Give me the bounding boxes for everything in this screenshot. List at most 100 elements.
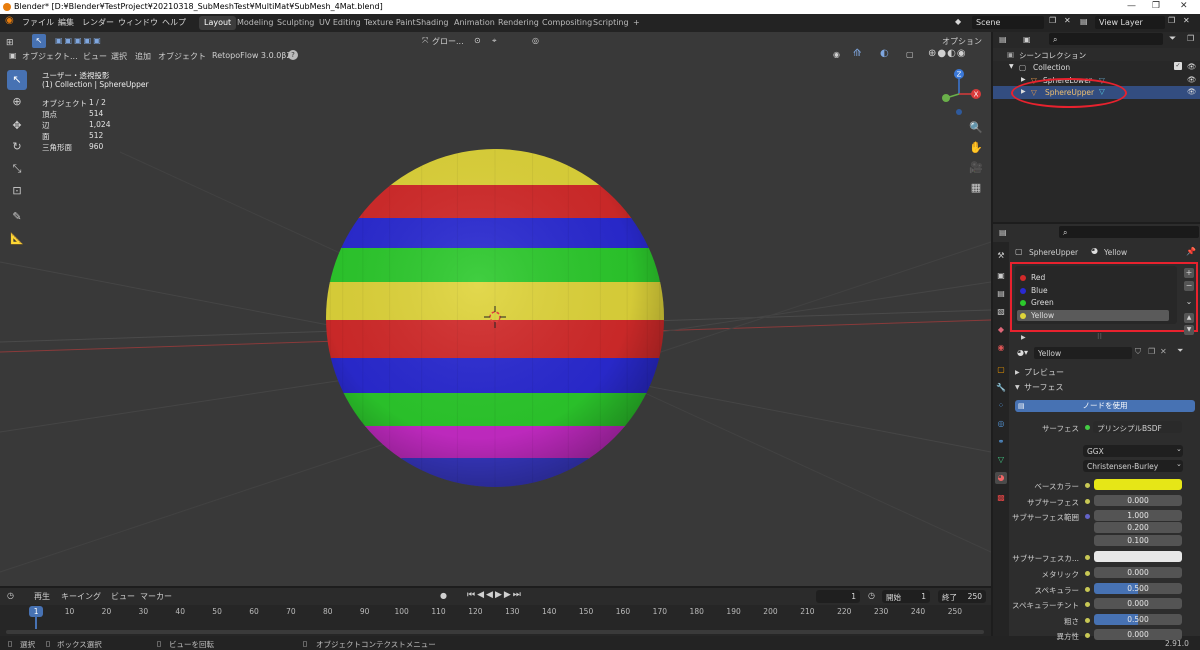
new-scene-icon[interactable]: ❐ bbox=[1049, 16, 1056, 25]
unlink-material-icon[interactable]: ✕ bbox=[1160, 347, 1167, 356]
options-dropdown[interactable]: オプション bbox=[942, 36, 982, 47]
gizmo-icon[interactable]: ⟰ bbox=[853, 48, 861, 59]
tab-object-icon[interactable]: ▢ bbox=[995, 364, 1007, 376]
material-browse-icon[interactable]: ◕▾ bbox=[1017, 348, 1028, 357]
blender-menu-icon[interactable]: ◉ bbox=[5, 15, 14, 26]
collection-visibility-icon[interactable]: 👁 bbox=[1187, 62, 1197, 71]
tab-uv-editing[interactable]: UV Editing bbox=[314, 16, 366, 30]
perspective-toggle-icon[interactable]: ▦ bbox=[968, 180, 984, 196]
select-tool-icon[interactable]: ↖ bbox=[32, 34, 46, 48]
slot-expand-icon[interactable]: ▶ bbox=[1021, 334, 1026, 341]
preview-panel-header[interactable]: プレビュー bbox=[1024, 367, 1064, 378]
help-icon[interactable]: ? bbox=[288, 50, 298, 60]
bsdf-field-value[interactable]: 0.500 bbox=[1094, 614, 1182, 625]
bsdf-field-value[interactable] bbox=[1094, 551, 1182, 562]
select-mode-icons[interactable]: ▣▣▣▣▣ bbox=[55, 36, 103, 45]
spherelower-expand-icon[interactable]: ▶ bbox=[1021, 76, 1026, 83]
tab-world-icon[interactable]: ◉ bbox=[995, 342, 1007, 354]
surface-panel-arrow-icon[interactable]: ▼ bbox=[1015, 384, 1020, 391]
menu-help[interactable]: ヘルプ bbox=[162, 17, 186, 28]
duplicate-material-icon[interactable]: ❐ bbox=[1148, 347, 1155, 356]
material-link-dropdown[interactable]: ⏷ bbox=[1177, 346, 1183, 356]
outliner-row-collection[interactable]: ▼ ▢ Collection ✓ 👁 bbox=[993, 61, 1200, 74]
view-layer-field[interactable]: View Layer bbox=[1095, 16, 1165, 29]
add-workspace-icon[interactable]: + bbox=[628, 16, 645, 30]
tab-view-layer-icon[interactable]: ▧ bbox=[995, 306, 1007, 318]
use-nodes-button[interactable]: ノードを使用 bbox=[1015, 400, 1195, 412]
bsdf-field-value[interactable]: 0.000 bbox=[1094, 629, 1182, 640]
surface-panel-header[interactable]: サーフェス bbox=[1024, 382, 1064, 393]
menu-object[interactable]: オブジェクト bbox=[158, 51, 206, 62]
tab-constraints-icon[interactable]: ⚭ bbox=[995, 436, 1007, 448]
tab-scene-icon[interactable]: ◆ bbox=[995, 324, 1007, 336]
proportional-edit-icon[interactable]: ◎ bbox=[532, 36, 539, 45]
bsdf-field-value[interactable]: 0.100 bbox=[1094, 535, 1182, 546]
outliner-search-input[interactable]: ⌕ bbox=[1049, 33, 1163, 45]
xray-icon[interactable]: ▢ bbox=[906, 50, 914, 59]
maximize-button[interactable]: ❐ bbox=[1152, 1, 1160, 11]
tab-render-icon[interactable]: ▣ bbox=[995, 270, 1007, 282]
tab-shading[interactable]: Shading bbox=[411, 16, 454, 30]
menu-window[interactable]: ウィンドウ bbox=[118, 17, 158, 28]
measure-tool-icon[interactable]: 📐 bbox=[7, 229, 27, 249]
properties-search-input[interactable]: ⌕ bbox=[1059, 226, 1199, 238]
3d-viewport[interactable]: ⊞ ↖ ▣▣▣▣▣ ▣ オブジェクト... ビュー 選択 追加 オブジェクト R… bbox=[0, 32, 991, 586]
new-collection-icon[interactable]: ❐ bbox=[1187, 34, 1194, 43]
retopoflow-button[interactable]: RetopoFlow 3.0.0β2 bbox=[212, 51, 291, 60]
outliner-display-mode-icon[interactable]: ▣ bbox=[1023, 35, 1031, 44]
editor-type-icon[interactable]: ⊞ bbox=[6, 38, 14, 48]
sphereupper-visibility-icon[interactable]: 👁 bbox=[1187, 87, 1197, 96]
tab-sculpting[interactable]: Sculpting bbox=[272, 16, 319, 30]
distribution-dropdown[interactable]: GGX bbox=[1083, 445, 1183, 457]
outliner-editor-type-icon[interactable]: ▤ bbox=[999, 35, 1007, 44]
zoom-icon[interactable]: 🔍 bbox=[968, 120, 984, 136]
navigation-gizmo[interactable]: Z X bbox=[936, 66, 986, 118]
select-box-tool-icon[interactable]: ↖ bbox=[7, 70, 27, 90]
bsdf-field-value[interactable]: 0.200 bbox=[1094, 522, 1182, 533]
menu-file[interactable]: ファイル bbox=[22, 17, 54, 28]
menu-render[interactable]: レンダー bbox=[82, 17, 114, 28]
transform-orientation-icon[interactable]: ⤧ bbox=[422, 36, 428, 46]
object-mode-icon[interactable]: ▣ bbox=[9, 51, 17, 60]
tab-scripting[interactable]: Scripting bbox=[588, 16, 634, 30]
tab-physics-icon[interactable]: ◎ bbox=[995, 418, 1007, 430]
surface-shader-field[interactable]: プリンシプルBSDF bbox=[1093, 421, 1182, 433]
timeline-scrollbar[interactable] bbox=[6, 630, 984, 634]
tab-output-icon[interactable]: ▤ bbox=[995, 288, 1007, 300]
tab-data-icon[interactable]: ▽ bbox=[995, 454, 1007, 466]
cursor-tool-icon[interactable]: ⊕ bbox=[7, 92, 27, 112]
fake-user-icon[interactable]: ⛉ bbox=[1135, 347, 1141, 357]
move-slot-up-button[interactable]: ▲ bbox=[1184, 313, 1194, 323]
move-tool-icon[interactable]: ✥ bbox=[7, 116, 27, 136]
camera-view-icon[interactable]: 🎥 bbox=[968, 160, 984, 176]
mode-dropdown[interactable]: オブジェクト... bbox=[22, 51, 78, 62]
outliner-filter-icon[interactable]: ⏷ bbox=[1169, 34, 1176, 44]
properties-editor-type-icon[interactable]: ▤ bbox=[999, 228, 1007, 237]
visibility-icon[interactable]: ◉ bbox=[833, 50, 840, 59]
scale-tool-icon[interactable]: ⤡ bbox=[7, 159, 27, 179]
shading-mode-icons[interactable]: ⊕●◐◉ bbox=[928, 48, 967, 59]
spherelower-visibility-icon[interactable]: 👁 bbox=[1187, 75, 1197, 84]
snap-icon[interactable]: ⌖ bbox=[492, 36, 497, 46]
list-resize-handle[interactable]: ⁝⁝ bbox=[1097, 332, 1102, 341]
minimize-button[interactable]: — bbox=[1127, 1, 1136, 11]
bsdf-field-value[interactable] bbox=[1094, 479, 1182, 490]
tab-particles-icon[interactable]: ⁘ bbox=[995, 400, 1007, 412]
subsurface-method-dropdown[interactable]: Christensen-Burley bbox=[1083, 460, 1183, 472]
move-slot-down-button[interactable]: ▼ bbox=[1184, 325, 1194, 335]
add-material-slot-button[interactable]: + bbox=[1184, 268, 1194, 278]
delete-scene-icon[interactable]: ✕ bbox=[1064, 16, 1071, 25]
scene-field[interactable]: Scene bbox=[972, 16, 1044, 29]
collection-checkbox[interactable]: ✓ bbox=[1174, 62, 1182, 70]
outliner-row-scene-collection[interactable]: ▣ シーンコレクション bbox=[993, 48, 1200, 61]
tab-layout[interactable]: Layout bbox=[199, 16, 237, 30]
bsdf-field-value[interactable]: 0.500 bbox=[1094, 583, 1182, 594]
preview-panel-arrow-icon[interactable]: ▶ bbox=[1015, 369, 1020, 376]
bsdf-field-value[interactable]: 1.000 bbox=[1094, 510, 1182, 521]
view-layer-browse-icon[interactable]: ▤ bbox=[1080, 17, 1088, 26]
slot-specials-icon[interactable]: ⌄ bbox=[1184, 297, 1194, 307]
menu-select[interactable]: 選択 bbox=[111, 51, 127, 62]
menu-add[interactable]: 追加 bbox=[135, 51, 151, 62]
transform-tool-icon[interactable]: ⊡ bbox=[7, 181, 27, 201]
bsdf-field-value[interactable]: 0.000 bbox=[1094, 495, 1182, 506]
